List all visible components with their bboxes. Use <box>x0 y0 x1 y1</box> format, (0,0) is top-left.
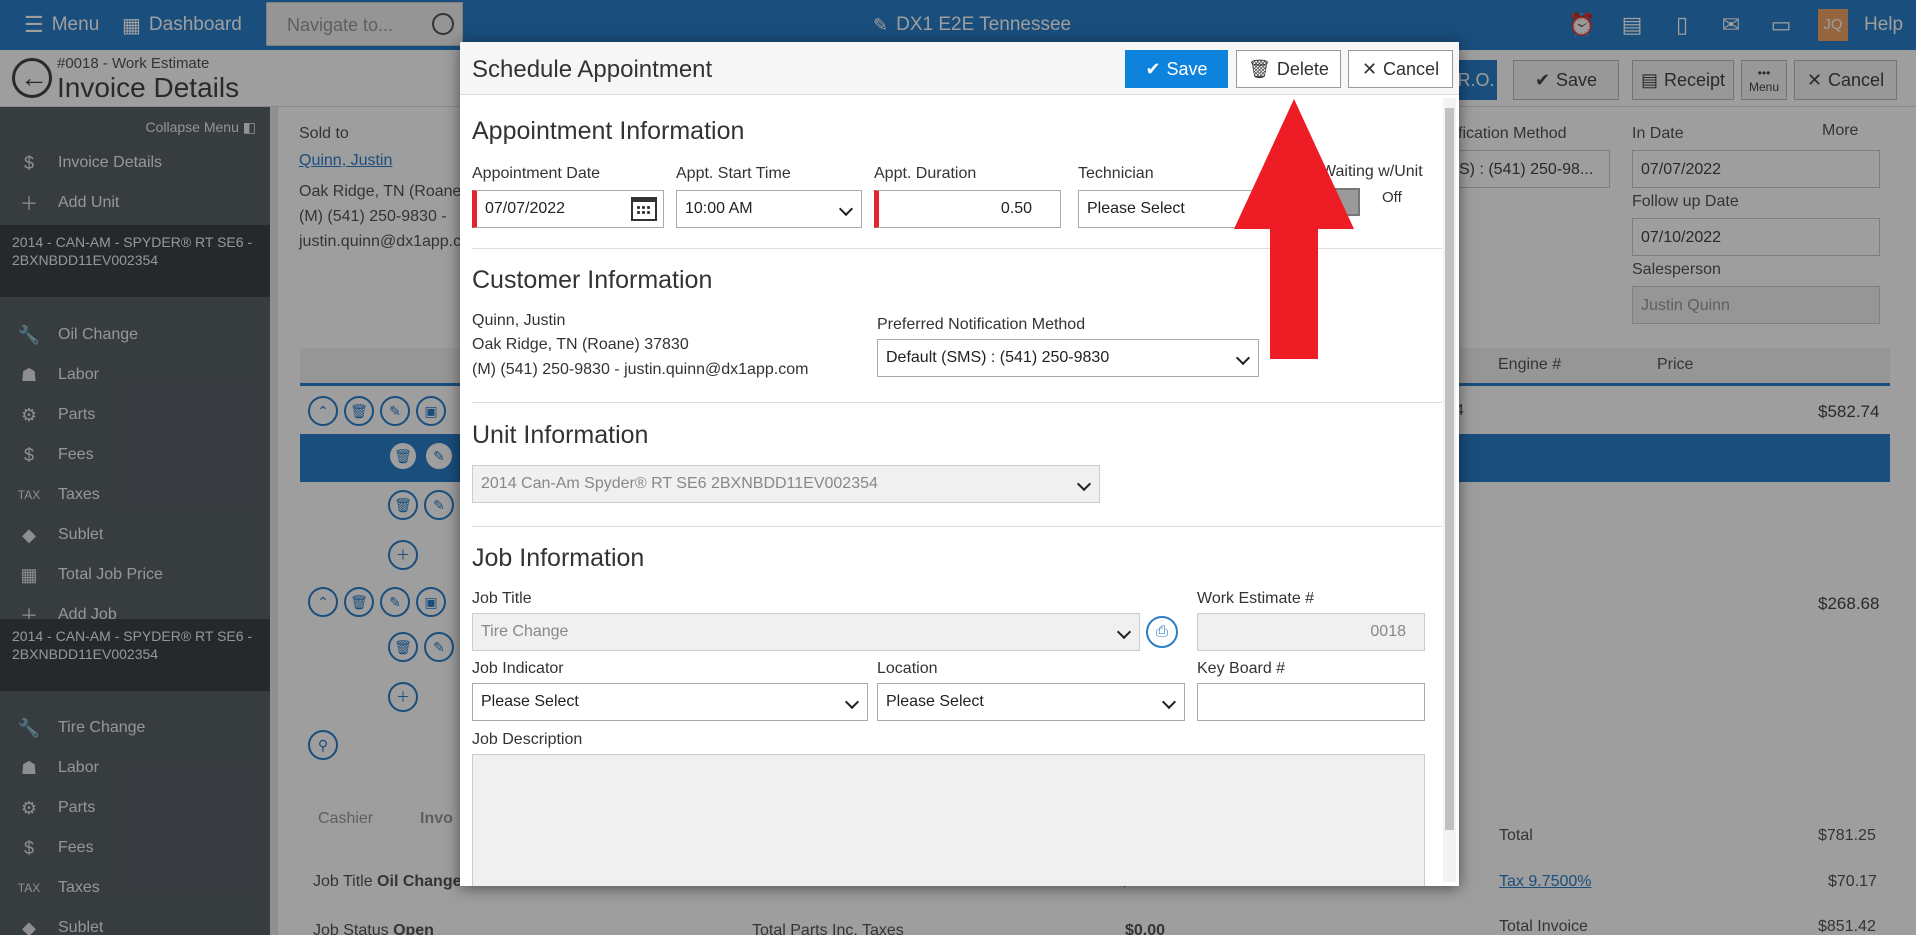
start-time-select[interactable]: 10:00 AM <box>676 190 862 228</box>
job-indicator-value: Please Select <box>481 693 579 710</box>
start-time-value: 10:00 AM <box>685 200 753 217</box>
job-title-label: Job Title <box>472 590 532 607</box>
notification-select[interactable]: Default (SMS) : (541) 250-9830 <box>877 339 1259 377</box>
appointment-section-title: Appointment Information <box>472 117 745 145</box>
notification-label: Preferred Notification Method <box>877 316 1086 333</box>
job-title-select[interactable]: Tire Change <box>472 613 1140 651</box>
chevron-down-icon <box>844 694 860 710</box>
divider <box>472 402 1442 403</box>
dialog-title: Schedule Appointment <box>472 56 713 83</box>
delete-button[interactable]: 🗑 Delete <box>1236 50 1341 88</box>
trash-icon: 🗑 <box>1248 58 1271 79</box>
notification-value: Default (SMS) : (541) 250-9830 <box>886 349 1110 366</box>
job-indicator-select[interactable]: Please Select <box>472 683 868 721</box>
print-icon[interactable]: ⎙ <box>1146 616 1178 648</box>
description-textarea[interactable] <box>472 754 1425 886</box>
red-arrow-annotation <box>1234 99 1354 359</box>
keyboard-input[interactable] <box>1197 683 1425 721</box>
customer-name: Quinn, Justin <box>472 312 566 329</box>
waiting-value: Off <box>1382 189 1402 206</box>
location-select[interactable]: Please Select <box>877 683 1185 721</box>
customer-contact: (M) (541) 250-9830 - justin.quinn@dx1app… <box>472 361 809 378</box>
chevron-down-icon <box>1116 624 1132 640</box>
work-estimate-input[interactable]: 0018 <box>1197 613 1425 651</box>
unit-select[interactable]: 2014 Can-Am Spyder® RT SE6 2BXNBDD11EV00… <box>472 465 1100 503</box>
cancel-button[interactable]: ✕ Cancel <box>1348 50 1453 88</box>
keyboard-label: Key Board # <box>1197 660 1286 677</box>
appointment-date-input[interactable]: 07/07/2022 <box>472 190 664 228</box>
close-icon: ✕ <box>1361 58 1378 79</box>
cancel-label: Cancel <box>1383 58 1440 79</box>
unit-value: 2014 Can-Am Spyder® RT SE6 2BXNBDD11EV00… <box>481 475 878 492</box>
appointment-date-value: 07/07/2022 <box>485 200 566 217</box>
scrollbar-thumb[interactable] <box>1445 108 1454 830</box>
job-indicator-label: Job Indicator <box>472 660 564 677</box>
location-label: Location <box>877 660 938 677</box>
description-label: Job Description <box>472 731 583 748</box>
customer-section-title: Customer Information <box>472 266 713 294</box>
location-value: Please Select <box>886 693 984 710</box>
divider <box>472 526 1442 527</box>
delete-label: Delete <box>1276 58 1329 79</box>
save-label: Save <box>1166 58 1208 79</box>
start-time-label: Appt. Start Time <box>676 165 791 182</box>
save-button[interactable]: ✔ Save <box>1125 50 1228 88</box>
technician-label: Technician <box>1078 165 1154 182</box>
technician-value: Please Select <box>1087 200 1185 217</box>
dialog-scrollbar[interactable] <box>1443 98 1456 882</box>
appointment-date-label: Appointment Date <box>472 165 601 182</box>
duration-input[interactable]: 0.50 <box>874 190 1061 228</box>
duration-value: 0.50 <box>1000 200 1032 217</box>
arrow-shape <box>1234 99 1354 359</box>
work-estimate-value: 0018 <box>1370 623 1406 640</box>
customer-city: Oak Ridge, TN (Roane) 37830 <box>472 336 689 353</box>
chevron-down-icon <box>1161 694 1177 710</box>
unit-section-title: Unit Information <box>472 421 649 449</box>
check-icon: ✔ <box>1145 58 1161 79</box>
chevron-down-icon <box>838 201 854 217</box>
job-title-value: Tire Change <box>481 623 569 640</box>
chevron-down-icon <box>1076 476 1092 492</box>
work-estimate-label: Work Estimate # <box>1197 590 1315 607</box>
duration-label: Appt. Duration <box>874 165 977 182</box>
calendar-icon[interactable] <box>631 197 657 221</box>
dialog-header: Schedule Appointment ✔ Save 🗑 Delete ✕ Canc… <box>460 42 1459 95</box>
job-section-title: Job Information <box>472 544 645 572</box>
